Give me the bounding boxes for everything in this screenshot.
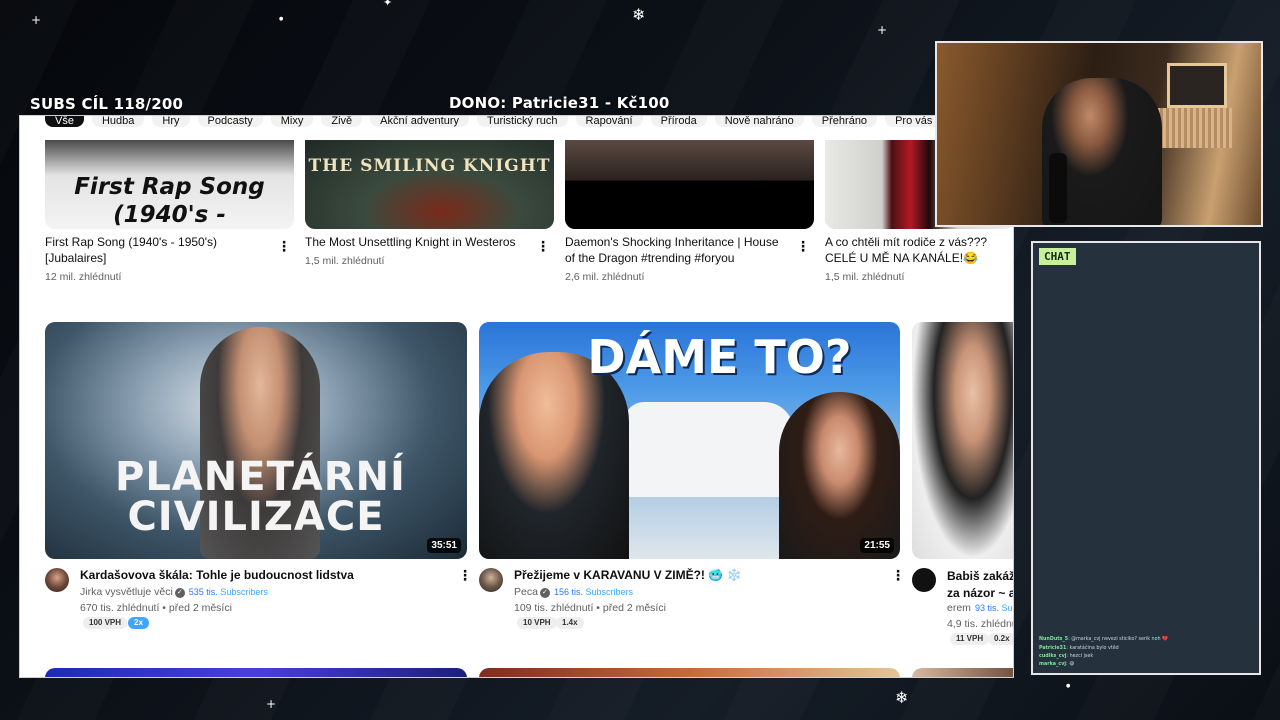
video-thumbnail[interactable]: [912, 668, 1013, 677]
chip-nature[interactable]: Příroda: [650, 116, 707, 127]
channel-avatar[interactable]: [479, 568, 503, 592]
multiplier-badge: 0.2x: [988, 633, 1013, 645]
thumbnail-caption: DÁME TO?: [587, 330, 852, 384]
video-thumbnail[interactable]: [45, 668, 467, 677]
microphone: [1049, 153, 1067, 223]
video-thumbnail[interactable]: [565, 140, 814, 229]
youtube-browser-capture: Vše Hudba Hry Podcasty Mixy Živě Akční a…: [19, 115, 1014, 678]
video-thumbnail[interactable]: First Rap Song (1940's - 1950's): [45, 140, 294, 229]
video-title[interactable]: Babiš zakážeza názor ~ af: [947, 568, 1013, 602]
donation-label: DONO: Patricie31 - Kč100: [449, 94, 670, 112]
video-views: 2,6 mil. zhlédnutí: [565, 271, 645, 283]
sparkle-icon: +: [877, 23, 888, 37]
channel-line: erem 93 tis. Su: [947, 602, 1012, 614]
subs-goal-label: SUBS CÍL 118/200: [30, 95, 184, 113]
chat-message: NunDuts_5: @marka_cvj nevezi sticiko? se…: [1039, 637, 1169, 642]
verified-icon: ✓: [174, 588, 185, 598]
channel-name[interactable]: Peca: [514, 586, 538, 598]
video-meta: 109 tis. zhlédnutí • před 2 měsíci: [514, 602, 666, 614]
more-options-icon[interactable]: ⋮: [536, 239, 550, 255]
video-thumbnail[interactable]: DÁME TO? 21:55: [479, 322, 900, 559]
multiplier-badge: 1.4x: [556, 617, 584, 629]
video-views: 1,5 mil. zhlédnutí: [305, 255, 385, 267]
chip-live[interactable]: Živě: [321, 116, 363, 127]
chip-action-adventure[interactable]: Akční adventury: [370, 116, 470, 127]
video-title[interactable]: First Rap Song (1940's - 1950's) [Jubala…: [45, 234, 255, 266]
chat-panel: CHAT NunDuts_5: @marka_cvj nevezi sticik…: [1031, 241, 1261, 675]
snowflake-icon: ❄: [632, 5, 646, 24]
camper-van: [624, 402, 794, 497]
channel-name[interactable]: Jirka vysvětluje věci: [80, 586, 173, 598]
chip-podcasts[interactable]: Podcasty: [197, 116, 263, 127]
vph-badge: 11 VPH: [950, 633, 990, 645]
chip-watched[interactable]: Přehráno: [811, 116, 878, 127]
sparkle-icon: ●: [279, 16, 284, 22]
video-title[interactable]: A co chtěli mít rodiče z vás??? CELÉ U M…: [825, 234, 1013, 266]
video-meta: 4,9 tis. zhlédnutí: [947, 618, 1013, 630]
chat-message: Patricie31: karatáčina bylo vtěd: [1039, 646, 1119, 651]
chip-games[interactable]: Hry: [152, 116, 190, 127]
chat-message: cudiks_cvj: hezci jsek: [1039, 654, 1094, 659]
snowflake-icon: ❄: [895, 688, 909, 707]
video-views: 12 mil. zhlédnutí: [45, 271, 122, 283]
multiplier-badge: 2x: [128, 617, 149, 629]
more-options-icon[interactable]: ⋮: [891, 568, 905, 584]
chip-recently-uploaded[interactable]: Nově nahráno: [714, 116, 804, 127]
video-title[interactable]: Kardašovova škála: Tohle je budoucnost l…: [80, 568, 354, 582]
channel-line: Jirka vysvětluje věci ✓ 535 tis. Subscribe…: [80, 586, 268, 598]
chat-message: marka_cvj: 😅: [1039, 662, 1075, 667]
subscriber-badge: 535 tis. Subscribers: [188, 587, 268, 597]
video-thumbnail[interactable]: THE SMILING KNIGHT: [305, 140, 554, 229]
video-title[interactable]: Daemon's Shocking Inheritance | House of…: [565, 234, 787, 266]
more-options-icon[interactable]: ⋮: [796, 239, 810, 255]
channel-name[interactable]: erem: [947, 602, 971, 614]
video-views: 1,5 mil. zhlédnutí: [825, 271, 905, 283]
sparkle-icon: +: [266, 697, 277, 711]
chip-music[interactable]: Hudba: [91, 116, 145, 127]
thumbnail-caption: PLANETÁRNÍ CIVILIZACE: [115, 454, 406, 540]
thumbnail-caption: THE SMILING KNIGHT: [308, 156, 551, 176]
vph-badge: 10 VPH: [517, 617, 557, 629]
webcam-feed: [935, 41, 1263, 227]
verified-icon: ✓: [539, 588, 550, 598]
more-options-icon[interactable]: ⋮: [277, 239, 291, 255]
video-duration: 21:55: [860, 538, 894, 553]
channel-avatar[interactable]: [45, 568, 69, 592]
sparkle-icon: ✦: [383, 0, 393, 9]
video-thumbnail[interactable]: [912, 322, 1013, 559]
window: [1167, 63, 1227, 108]
channel-avatar[interactable]: [912, 568, 936, 592]
radiator: [1157, 108, 1232, 148]
subscriber-badge: 156 tis. Subscribers: [553, 587, 634, 597]
sparkle-icon: ●: [1066, 683, 1071, 689]
chip-rapping[interactable]: Rapování: [575, 116, 643, 127]
video-title[interactable]: Přežijeme v KARAVANU V ZIMĚ?! 🥶 ❄️: [514, 568, 741, 582]
chip-mixes[interactable]: Mixy: [270, 116, 314, 127]
chip-all[interactable]: Vše: [45, 116, 84, 127]
chip-tourism[interactable]: Turistický ruch: [477, 116, 568, 127]
channel-line: Peca ✓ 156 tis. Subscribers: [514, 586, 633, 598]
video-duration: 35:51: [427, 538, 461, 553]
video-meta: 670 tis. zhlédnutí • před 2 měsíci: [80, 602, 232, 614]
subscriber-badge: 93 tis. Su: [974, 603, 1013, 613]
vph-badge: 100 VPH: [83, 617, 128, 629]
category-chips: Vše Hudba Hry Podcasty Mixy Živě Akční a…: [20, 116, 1013, 138]
thumbnail-caption: First Rap Song (1940's - 1950's): [74, 174, 265, 228]
video-title[interactable]: The Most Unsettling Knight in Westeros: [305, 234, 525, 250]
more-options-icon[interactable]: ⋮: [458, 568, 472, 584]
video-thumbnail[interactable]: PLANETÁRNÍ CIVILIZACE 35:51: [45, 322, 467, 559]
person-right: [779, 392, 900, 559]
video-thumbnail[interactable]: [479, 668, 900, 677]
sparkle-icon: +: [31, 13, 42, 27]
chat-label: CHAT: [1039, 248, 1076, 265]
